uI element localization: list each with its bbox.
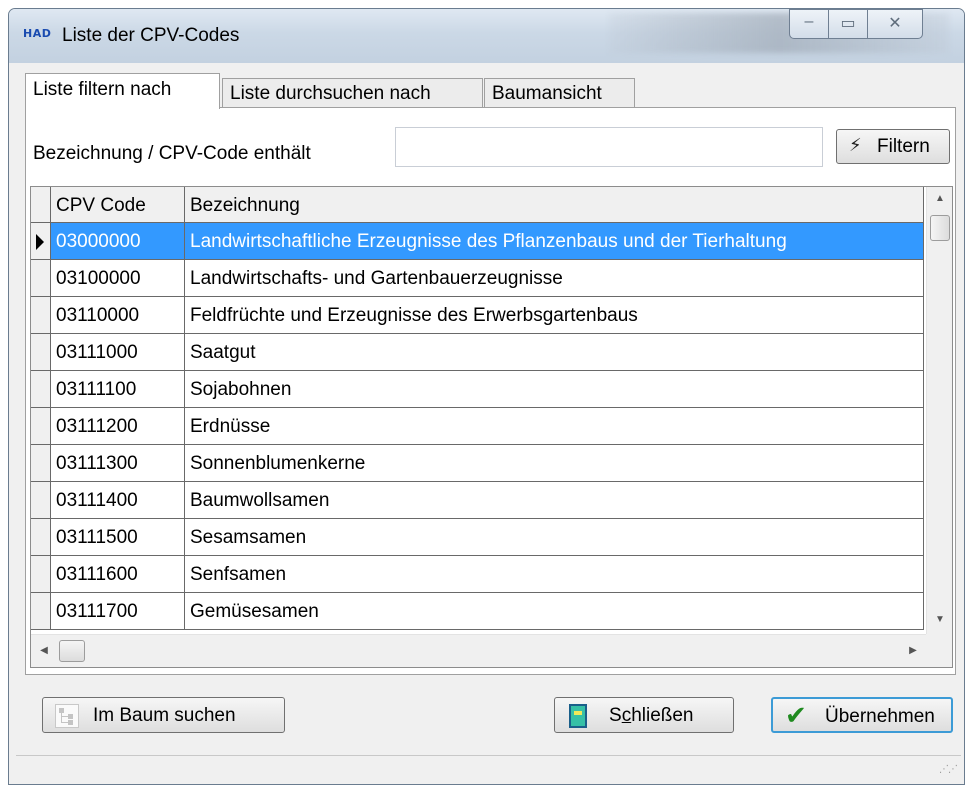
- row-indicator[interactable]: [31, 445, 51, 482]
- table-row[interactable]: 03111700 Gemüsesamen: [51, 593, 924, 630]
- cell-bezeichnung[interactable]: Sesamsamen: [185, 519, 924, 556]
- row-indicator[interactable]: [31, 482, 51, 519]
- row-indicator[interactable]: [31, 371, 51, 408]
- row-indicator[interactable]: [31, 593, 51, 630]
- app-logo: HAD: [23, 27, 52, 40]
- close-button-label: Schließen: [609, 705, 694, 727]
- status-bar: ⋰⋰: [16, 755, 961, 778]
- cell-cpv-code[interactable]: 03111200: [51, 408, 185, 445]
- cell-bezeichnung[interactable]: Sonnenblumenkerne: [185, 445, 924, 482]
- table-row[interactable]: 03100000 Landwirtschafts- und Gartenbauer…: [51, 260, 924, 297]
- accept-button-label: Übernehmen: [825, 706, 935, 727]
- column-header-cpv-code[interactable]: CPV Code: [51, 187, 185, 223]
- table-row[interactable]: 03111600 Senfsamen: [51, 556, 924, 593]
- filter-label: Bezeichnung / CPV-Code enthält: [33, 143, 311, 164]
- row-indicator[interactable]: [31, 223, 51, 260]
- cell-cpv-code[interactable]: 03111500: [51, 519, 185, 556]
- scroll-left-icon[interactable]: ◀: [31, 635, 57, 667]
- cell-bezeichnung[interactable]: Baumwollsamen: [185, 482, 924, 519]
- table-row[interactable]: 03111000 Saatgut: [51, 334, 924, 371]
- tree-search-button[interactable]: Im Baum suchen: [42, 697, 285, 733]
- lightning-icon: ⚡: [849, 135, 862, 155]
- scroll-down-icon[interactable]: ▼: [927, 608, 952, 634]
- filter-button-label: Filtern: [877, 136, 930, 157]
- close-button[interactable]: Schließen: [554, 697, 734, 733]
- cell-cpv-code[interactable]: 03100000: [51, 260, 185, 297]
- table-row[interactable]: 03000000 Landwirtschaftliche Erzeugnisse …: [51, 223, 924, 260]
- cell-cpv-code[interactable]: 03111100: [51, 371, 185, 408]
- minimize-button[interactable]: –: [789, 9, 829, 39]
- tree-search-label: Im Baum suchen: [93, 705, 236, 726]
- filter-tab-panel: Bezeichnung / CPV-Code enthält ⚡ Filtern…: [25, 107, 956, 675]
- current-row-arrow-icon: [36, 234, 44, 250]
- filter-button[interactable]: ⚡ Filtern: [836, 129, 950, 164]
- cell-bezeichnung[interactable]: Landwirtschaftliche Erzeugnisse des Pfla…: [185, 223, 924, 260]
- close-window-button[interactable]: ✕: [867, 9, 923, 39]
- row-indicator[interactable]: [31, 408, 51, 445]
- close-label-part-2: hließen: [631, 705, 694, 726]
- row-indicator[interactable]: [31, 556, 51, 593]
- cell-cpv-code[interactable]: 03111600: [51, 556, 185, 593]
- maximize-button[interactable]: ▭: [828, 9, 868, 39]
- cell-bezeichnung[interactable]: Gemüsesamen: [185, 593, 924, 630]
- minimize-icon: –: [804, 13, 814, 30]
- scrollbar-corner: [926, 634, 952, 667]
- close-label-mnemonic: c: [621, 705, 632, 726]
- cell-bezeichnung[interactable]: Sojabohnen: [185, 371, 924, 408]
- vertical-scroll-thumb[interactable]: [930, 215, 950, 241]
- dialog-client-area: Liste filtern nach Liste durchsuchen nac…: [16, 63, 961, 778]
- title-bar[interactable]: HAD Liste der CPV-Codes – ▭ ✕: [9, 9, 964, 63]
- table-row[interactable]: 03111300 Sonnenblumenkerne: [51, 445, 924, 482]
- cell-cpv-code[interactable]: 03111300: [51, 445, 185, 482]
- tree-icon: [55, 704, 79, 728]
- scroll-right-icon[interactable]: ▶: [900, 635, 926, 667]
- maximize-icon: ▭: [840, 15, 856, 32]
- window-title: Liste der CPV-Codes: [62, 25, 240, 46]
- close-icon: ✕: [888, 15, 902, 32]
- vertical-scrollbar[interactable]: ▲ ▼: [926, 187, 952, 634]
- cell-bezeichnung[interactable]: Feldfrüchte und Erzeugnisse des Erwerbsg…: [185, 297, 924, 334]
- cell-bezeichnung[interactable]: Erdnüsse: [185, 408, 924, 445]
- cell-bezeichnung[interactable]: Saatgut: [185, 334, 924, 371]
- tab-filter[interactable]: Liste filtern nach: [25, 73, 220, 109]
- accept-button[interactable]: ✔ Übernehmen: [771, 697, 953, 733]
- row-indicator[interactable]: [31, 297, 51, 334]
- tab-search[interactable]: Liste durchsuchen nach: [222, 78, 483, 108]
- cell-cpv-code[interactable]: 03110000: [51, 297, 185, 334]
- cell-cpv-code[interactable]: 03000000: [51, 223, 185, 260]
- checkmark-icon: ✔: [785, 700, 807, 730]
- door-icon: [569, 704, 587, 728]
- cell-cpv-code[interactable]: 03111700: [51, 593, 185, 630]
- table-row[interactable]: 03111200 Erdnüsse: [51, 408, 924, 445]
- scroll-up-icon[interactable]: ▲: [927, 187, 952, 213]
- table-row[interactable]: 03111500 Sesamsamen: [51, 519, 924, 556]
- row-indicator[interactable]: [31, 260, 51, 297]
- tab-tree-view[interactable]: Baumansicht: [484, 78, 635, 108]
- table-row[interactable]: 03111400 Baumwollsamen: [51, 482, 924, 519]
- horizontal-scroll-thumb[interactable]: [59, 640, 85, 662]
- filter-input[interactable]: [395, 127, 823, 167]
- resize-grip-icon[interactable]: ⋰⋰: [939, 764, 958, 775]
- cpv-table[interactable]: CPV Code Bezeichnung 03000000 Landwirtsch…: [30, 186, 953, 668]
- column-header-bezeichnung[interactable]: Bezeichnung: [185, 187, 924, 223]
- table-row[interactable]: 03110000 Feldfrüchte und Erzeugnisse des …: [51, 297, 924, 334]
- row-indicator[interactable]: [31, 519, 51, 556]
- row-indicator-header: [31, 187, 51, 223]
- cpv-dialog-window: HAD Liste der CPV-Codes – ▭ ✕ Liste filt…: [8, 8, 965, 785]
- cell-bezeichnung[interactable]: Senfsamen: [185, 556, 924, 593]
- horizontal-scrollbar[interactable]: ◀ ▶: [31, 634, 926, 667]
- close-label-part-1: S: [609, 705, 622, 726]
- row-indicator[interactable]: [31, 334, 51, 371]
- cell-cpv-code[interactable]: 03111400: [51, 482, 185, 519]
- cell-bezeichnung[interactable]: Landwirtschafts- und Gartenbauerzeugniss…: [185, 260, 924, 297]
- cell-cpv-code[interactable]: 03111000: [51, 334, 185, 371]
- table-row[interactable]: 03111100 Sojabohnen: [51, 371, 924, 408]
